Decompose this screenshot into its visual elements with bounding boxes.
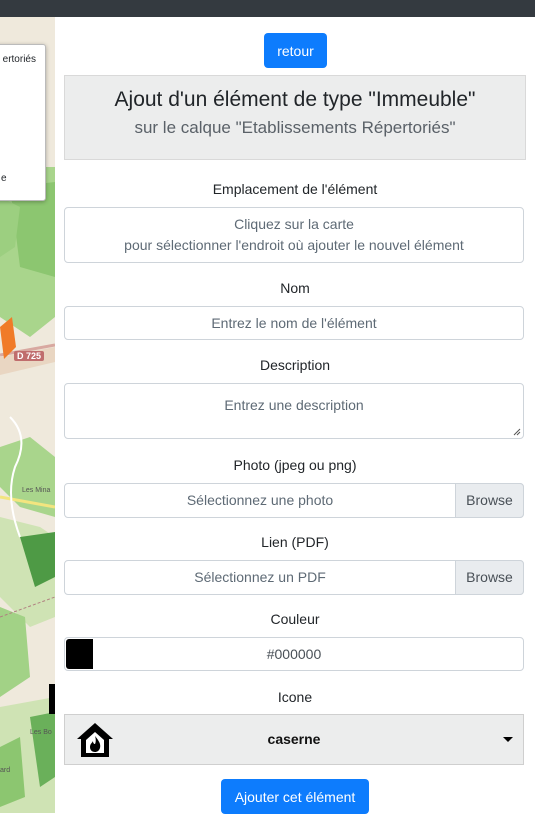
layer-list-popup[interactable]: ertoriés e [0,44,46,201]
page-subtitle: sur le calque "Etablissements Répertorié… [134,118,456,137]
place-label: Les Bo [30,729,52,736]
pdf-file-input[interactable]: Sélectionnez un PDF Browse [64,560,524,595]
pdf-placeholder: Sélectionnez un PDF [194,569,326,585]
color-swatch[interactable] [66,639,93,669]
page-title: Ajout d'un élément de type "Immeuble" [114,88,476,111]
layer-list-item[interactable]: e [1,173,7,184]
place-label: Les Mina [22,487,51,494]
pdf-browse-button[interactable]: Browse [455,560,524,595]
icon-select[interactable]: caserne [64,714,524,765]
fire-station-icon [77,723,113,757]
description-placeholder: Entrez une description [224,397,364,413]
location-hint-line-2: pour sélectionner l'endroit où ajouter l… [124,237,464,253]
chevron-down-icon [503,737,513,742]
road-label: D 725 [14,351,45,361]
photo-file-input[interactable]: Sélectionnez une photo Browse [64,483,524,518]
place-label: ard [0,767,11,774]
icon-label: Icone [277,689,313,705]
name-label: Nom [280,280,310,296]
color-value: #000000 [266,646,322,662]
icon-select-value: caserne [267,731,321,747]
color-input[interactable]: #000000 [64,637,524,671]
add-element-button[interactable]: Ajouter cet élément [221,779,369,814]
photo-label: Photo (jpeg ou png) [233,457,357,473]
location-hint-line-1: Cliquez sur la carte [234,216,354,232]
map-view[interactable]: ertoriés e D 725 Les Mina Les Bo ard [0,17,55,813]
photo-placeholder: Sélectionnez une photo [186,492,334,508]
color-label: Couleur [270,611,320,627]
location-label: Emplacement de l'élément [212,181,378,197]
description-label: Description [259,357,331,373]
form-header: Ajout d'un élément de type "Immeuble" su… [64,75,526,160]
name-input[interactable]: Entrez le nom de l'élément [64,306,524,340]
layer-list-item[interactable]: ertoriés [3,54,36,65]
top-bar [0,0,535,17]
photo-browse-button[interactable]: Browse [455,483,524,518]
pdf-label: Lien (PDF) [261,534,329,550]
location-field[interactable]: Cliquez sur la carte pour sélectionner l… [64,207,524,263]
resize-handle-icon[interactable] [513,428,521,436]
back-button[interactable]: retour [264,33,327,68]
add-element-panel: retour Ajout d'un élément de type "Immeu… [55,17,535,814]
description-textarea[interactable]: Entrez une description [64,383,524,439]
